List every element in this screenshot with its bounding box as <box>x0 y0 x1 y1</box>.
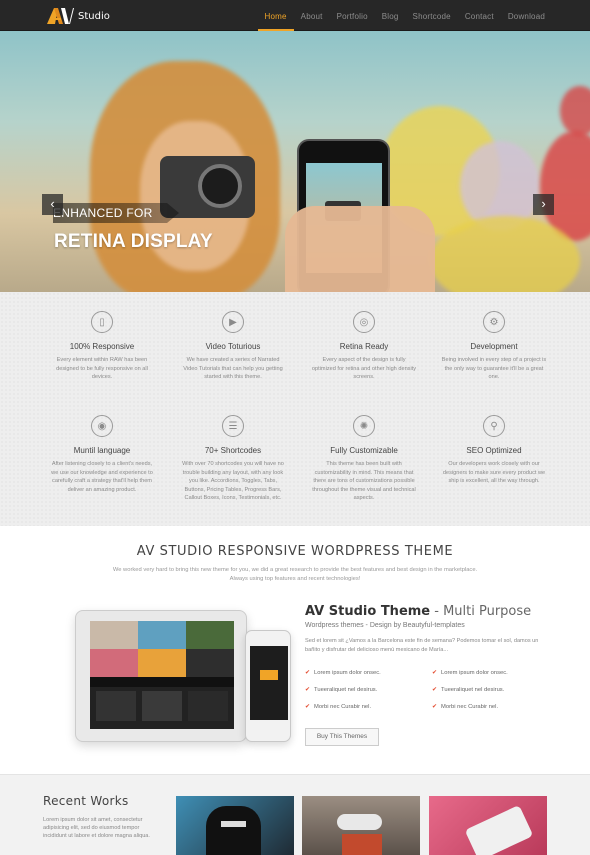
work-thumbnail[interactable] <box>429 796 547 855</box>
feature-title: Development <box>470 342 518 351</box>
feature-item: ⚙ Development Being involved in every st… <box>441 311 547 382</box>
mobile-icon: ▯ <box>91 311 113 333</box>
feature-title: 100% Responsive <box>69 342 135 351</box>
feature-title: Retina Ready <box>339 342 389 351</box>
main-menu: Home About Portfolio Blog Shortcode Cont… <box>257 0 552 31</box>
gear-icon: ✺ <box>353 415 375 437</box>
chevron-right-icon[interactable]: › <box>533 194 554 215</box>
hero-slider: ENHANCED FOR RETINA DISPLAY ‹ › <box>0 31 590 292</box>
logo-text: Studio <box>78 10 110 22</box>
phone-mockup <box>245 630 291 742</box>
feature-title: SEO Optimized <box>466 446 522 455</box>
feature-text: We have created a series of Narrated Vid… <box>183 357 283 380</box>
check-item: Lorem ipsum dolor onsec. <box>305 669 381 686</box>
nav-home[interactable]: Home <box>257 0 294 31</box>
feature-item: ▯ 100% Responsive Every element within R… <box>49 311 155 382</box>
feature-item: ▶ Video Toturious We have created a seri… <box>180 311 286 382</box>
nav-download[interactable]: Download <box>501 0 552 31</box>
feature-item: ☰ 70+ Shortcodes With over 70 shortcodes… <box>180 415 286 503</box>
feature-checklist: Lorem ipsum dolor onsec. Tueeraliquet ne… <box>305 669 381 720</box>
feature-text: Every aspect of the design is fully opti… <box>311 357 417 380</box>
nav-blog[interactable]: Blog <box>375 0 406 31</box>
feature-title: Video Toturious <box>205 342 261 351</box>
feature-text: With over 70 shortcodes you will have no… <box>182 461 284 501</box>
retina-icon: ◎ <box>353 311 375 333</box>
buy-theme-button[interactable]: Buy This Themes <box>305 728 379 746</box>
check-item: Lorem ipsum dolor onsec. <box>432 669 508 686</box>
feature-item: ✺ Fully Customizable This theme has been… <box>311 415 417 503</box>
feature-text: Being involved in every step of a projec… <box>441 357 547 380</box>
feature-item: ◎ Retina Ready Every aspect of the desig… <box>311 311 417 382</box>
development-icon: ⚙ <box>483 311 505 333</box>
globe-icon: ◉ <box>91 415 113 437</box>
check-item: Tueeraliquet nel desirus. <box>305 686 381 703</box>
works-text: Lorem ipsum dolor sit amet, consectetur … <box>43 817 150 839</box>
feature-text: This theme has been built with customiza… <box>312 461 416 501</box>
top-navbar: Studio Home About Portfolio Blog Shortco… <box>0 0 590 31</box>
logo-mark <box>47 8 74 24</box>
work-thumbnail[interactable] <box>302 796 420 855</box>
hero-hand <box>285 206 435 292</box>
hero-label: ENHANCED FOR <box>53 203 179 223</box>
check-item: Morbi nec Curabir nel. <box>305 703 381 720</box>
tablet-mockup <box>75 610 247 742</box>
theme-description: Sed et lorem sit ¿Vamos a la Barcelona e… <box>305 638 539 653</box>
feature-text: Every element within RAW has been design… <box>56 357 148 380</box>
features-section: ▯ 100% Responsive Every element within R… <box>0 292 590 526</box>
feature-title: Muntil language <box>73 446 131 455</box>
feature-text: After listening closely to a client's ne… <box>51 461 153 493</box>
list-icon: ☰ <box>222 415 244 437</box>
feature-text: Our developers work closely with our des… <box>442 461 546 484</box>
feature-title: Fully Customizable <box>330 446 398 455</box>
nav-about[interactable]: About <box>294 0 330 31</box>
theme-title: AV Studio Theme - Multi Purpose <box>305 604 532 619</box>
recent-works-section: Recent Works Lorem ipsum dolor sit amet,… <box>0 774 590 855</box>
tablet-screen <box>90 621 234 729</box>
hero-balloon <box>560 86 590 136</box>
feature-title: 70+ Shortcodes <box>204 446 262 455</box>
work-thumbnail[interactable] <box>176 796 294 855</box>
theme-subtitle: Wordpress themes - Design by Beautyful-t… <box>305 622 465 629</box>
nav-portfolio[interactable]: Portfolio <box>330 0 375 31</box>
feature-item: ⚲ SEO Optimized Our developers work clos… <box>441 415 547 486</box>
feature-item: ◉ Muntil language After listening closel… <box>49 415 155 494</box>
section-subtitle: We worked very hard to bring this new th… <box>112 567 478 582</box>
nav-contact[interactable]: Contact <box>458 0 501 31</box>
chevron-left-icon[interactable]: ‹ <box>42 194 63 215</box>
works-title: Recent Works <box>43 794 129 808</box>
nav-shortcode[interactable]: Shortcode <box>406 0 458 31</box>
section-title: AV STUDIO RESPONSIVE WORDPRESS THEME <box>136 544 454 559</box>
search-icon: ⚲ <box>483 415 505 437</box>
feature-checklist: Lorem ipsum dolor onsec. Tueeraliquet ne… <box>432 669 508 720</box>
check-item: Morbi nec Curabir nel. <box>432 703 508 720</box>
logo[interactable]: Studio <box>47 8 110 24</box>
play-icon: ▶ <box>222 311 244 333</box>
phone-screen <box>250 646 288 720</box>
about-section: AV STUDIO RESPONSIVE WORDPRESS THEME We … <box>0 526 590 774</box>
check-item: Tueeraliquet nel desirus. <box>432 686 508 703</box>
hero-title: RETINA DISPLAY <box>54 231 213 252</box>
